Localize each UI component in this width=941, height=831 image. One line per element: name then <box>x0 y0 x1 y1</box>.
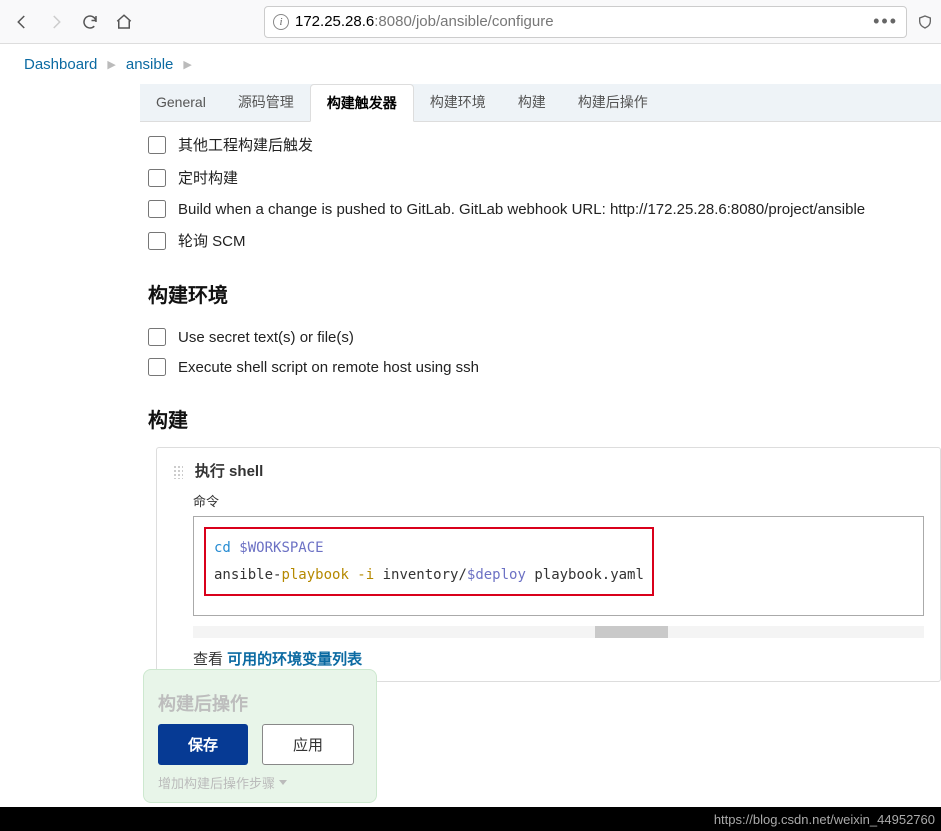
tab-build-env[interactable]: 构建环境 <box>414 83 502 121</box>
reload-button[interactable] <box>76 8 104 36</box>
tab-build[interactable]: 构建 <box>502 83 562 121</box>
arrow-left-icon <box>13 13 31 31</box>
tab-build-triggers[interactable]: 构建触发器 <box>310 84 414 122</box>
editor-scrollbar[interactable] <box>193 626 924 638</box>
env-label: Execute shell script on remote host usin… <box>178 359 479 376</box>
env-checkbox-secret[interactable] <box>148 328 166 346</box>
watermark: https://blog.csdn.net/weixin_44952760 <box>0 807 941 831</box>
env-vars-link[interactable]: 可用的环境变量列表 <box>227 651 362 668</box>
trigger-row: 定时构建 <box>148 161 941 194</box>
trigger-label: 其他工程构建后触发 <box>178 134 313 155</box>
forward-button[interactable] <box>42 8 70 36</box>
site-info-icon[interactable]: i <box>273 14 289 30</box>
shield-icon[interactable] <box>917 14 933 30</box>
trigger-checkbox-gitlab[interactable] <box>148 200 166 218</box>
env-row: Use secret text(s) or file(s) <box>148 322 941 352</box>
env-vars-hint: 查看 可用的环境变量列表 <box>193 648 924 669</box>
env-label: Use secret text(s) or file(s) <box>178 329 354 346</box>
tab-post-build[interactable]: 构建后操作 <box>562 83 664 121</box>
section-build: 构建 <box>148 404 941 433</box>
trigger-checkbox-cron[interactable] <box>148 169 166 187</box>
apply-button[interactable]: 应用 <box>262 724 354 765</box>
build-step-shell: 执行 shell 命令 cd $WORKSPACE ansible-playbo… <box>156 447 941 682</box>
save-button[interactable]: 保存 <box>158 724 248 765</box>
trigger-row: 轮询 SCM <box>148 224 941 257</box>
section-post-build-faded: 构建后操作 <box>158 690 362 716</box>
arrow-right-icon <box>47 13 65 31</box>
breadcrumb-dashboard[interactable]: Dashboard <box>24 56 97 73</box>
add-post-build-step-faded: 增加构建后操作步骤 <box>158 773 362 792</box>
trigger-row: Build when a change is pushed to GitLab.… <box>148 194 941 224</box>
step-title: 执行 shell <box>195 463 263 480</box>
browser-toolbar: i 172.25.28.6:8080/job/ansible/configure… <box>0 0 941 44</box>
trigger-row: 其他工程构建后触发 <box>148 128 941 161</box>
config-tabs: General 源码管理 构建触发器 构建环境 构建 构建后操作 <box>140 84 941 122</box>
more-icon[interactable]: ••• <box>873 11 898 32</box>
breadcrumb-job[interactable]: ansible <box>126 56 174 73</box>
tab-general[interactable]: General <box>140 83 222 121</box>
step-header[interactable]: 执行 shell <box>173 460 924 481</box>
chevron-right-icon: ▶ <box>107 58 115 71</box>
reload-icon <box>81 13 99 31</box>
home-button[interactable] <box>110 8 138 36</box>
url-text: 172.25.28.6:8080/job/ansible/configure <box>295 13 554 30</box>
drag-handle-icon[interactable] <box>173 465 183 479</box>
trigger-label: 轮询 SCM <box>178 230 246 251</box>
back-button[interactable] <box>8 8 36 36</box>
env-row: Execute shell script on remote host usin… <box>148 352 941 382</box>
env-checkbox-ssh[interactable] <box>148 358 166 376</box>
shell-command-editor[interactable]: cd $WORKSPACE ansible-playbook -i invent… <box>193 516 924 616</box>
trigger-checkbox-after-other[interactable] <box>148 136 166 154</box>
breadcrumb: Dashboard ▶ ansible ▶ <box>0 44 941 84</box>
address-bar[interactable]: i 172.25.28.6:8080/job/ansible/configure… <box>264 6 907 38</box>
trigger-checkbox-poll-scm[interactable] <box>148 232 166 250</box>
save-panel: 构建后操作 保存 应用 增加构建后操作步骤 <box>143 669 377 803</box>
chevron-right-icon: ▶ <box>183 58 191 71</box>
command-label: 命令 <box>193 491 924 510</box>
section-build-env: 构建环境 <box>148 279 941 308</box>
trigger-label: Build when a change is pushed to GitLab.… <box>178 201 865 218</box>
tab-scm[interactable]: 源码管理 <box>222 83 310 121</box>
trigger-label: 定时构建 <box>178 167 238 188</box>
home-icon <box>115 13 133 31</box>
chevron-down-icon <box>279 780 287 785</box>
